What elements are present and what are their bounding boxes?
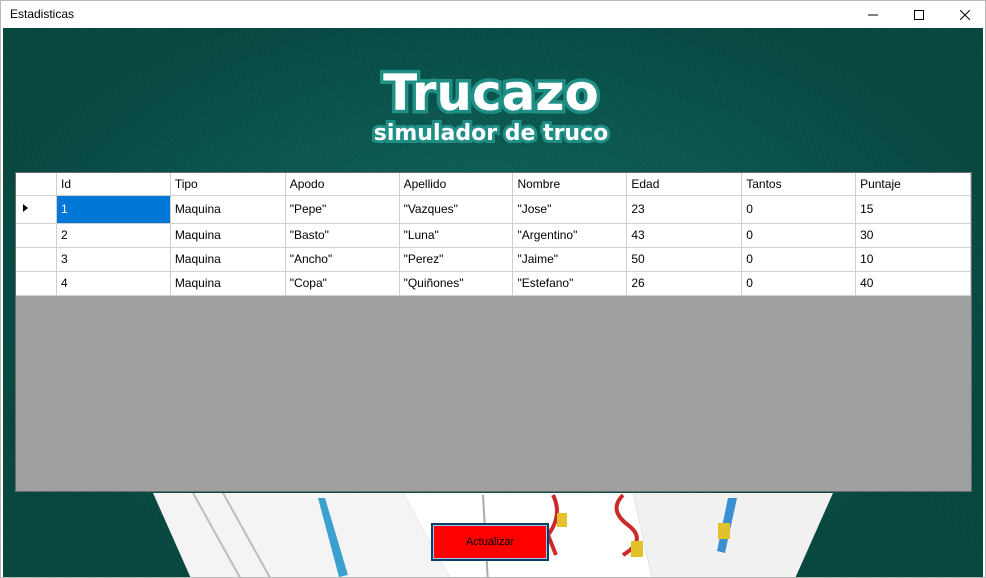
cell-apellido[interactable]: "Luna" <box>399 223 514 248</box>
cell-apellido[interactable]: "Quiñones" <box>399 271 514 296</box>
cell-nombre[interactable]: "Jaime" <box>512 247 628 272</box>
refresh-button[interactable]: Actualizar <box>431 523 549 561</box>
cell-puntaje[interactable]: 15 <box>855 195 971 224</box>
cell-apodo[interactable]: "Copa" <box>285 271 400 296</box>
title-bar[interactable]: Estadisticas <box>1 1 985 28</box>
cell-tipo[interactable]: Maquina <box>170 195 286 224</box>
column-header-tipo[interactable]: Tipo <box>170 173 286 196</box>
row-header-corner[interactable] <box>16 173 57 196</box>
close-button[interactable] <box>942 1 985 28</box>
cell-id[interactable]: 3 <box>56 247 171 272</box>
statistics-grid[interactable]: Id Tipo Apodo Apellido Nombre Edad Tanto… <box>15 172 972 492</box>
card-left <box>153 493 450 577</box>
minimize-icon <box>868 14 878 15</box>
cell-puntaje[interactable]: 30 <box>855 223 971 248</box>
cell-tantos[interactable]: 0 <box>741 223 857 248</box>
minimize-button[interactable] <box>850 1 896 28</box>
maximize-button[interactable] <box>896 1 942 28</box>
row-header[interactable] <box>16 195 57 224</box>
cell-nombre[interactable]: "Estefano" <box>512 271 628 296</box>
column-header-apodo[interactable]: Apodo <box>285 173 400 196</box>
maximize-icon <box>914 9 924 20</box>
card-ornament-gold <box>557 513 567 527</box>
cell-edad[interactable]: 50 <box>626 247 743 272</box>
cell-apellido[interactable]: "Vazques" <box>399 195 514 224</box>
column-header-nombre[interactable]: Nombre <box>512 173 628 196</box>
column-header-puntaje[interactable]: Puntaje <box>855 173 971 196</box>
trucazo-logo: Trucazo simulador de truco <box>371 61 612 150</box>
cell-puntaje[interactable]: 10 <box>855 247 971 272</box>
cell-tantos[interactable]: 0 <box>741 271 857 296</box>
cell-puntaje[interactable]: 40 <box>855 271 971 296</box>
statistics-table: Id Tipo Apodo Apellido Nombre Edad Tanto… <box>16 173 971 296</box>
cell-edad[interactable]: 26 <box>626 271 743 296</box>
window-title: Estadisticas <box>10 7 75 21</box>
table-row[interactable]: 1 Maquina "Pepe" "Vazques" "Jose" 23 0 1… <box>16 195 971 224</box>
row-pointer-icon <box>23 203 28 212</box>
row-header[interactable] <box>16 223 57 248</box>
cell-id[interactable]: 1 <box>56 195 171 224</box>
table-row[interactable]: 2 Maquina "Basto" "Luna" "Argentino" 43 … <box>16 223 971 248</box>
table-row[interactable]: 3 Maquina "Ancho" "Perez" "Jaime" 50 0 1… <box>16 247 971 272</box>
row-header[interactable] <box>16 271 57 296</box>
cell-tipo[interactable]: Maquina <box>170 271 286 296</box>
logo-subtitle: simulador de truco <box>374 121 609 146</box>
cell-tipo[interactable]: Maquina <box>170 247 286 272</box>
table-row[interactable]: 4 Maquina "Copa" "Quiñones" "Estefano" 2… <box>16 271 971 296</box>
statistics-window: Estadisticas Trucazo simulador de truco … <box>0 0 986 578</box>
header-row: Id Tipo Apodo Apellido Nombre Edad Tanto… <box>16 173 971 196</box>
client-area: Trucazo simulador de truco Id Tipo Apodo… <box>3 28 983 577</box>
cell-nombre[interactable]: "Jose" <box>512 195 628 224</box>
cell-id[interactable]: 2 <box>56 223 171 248</box>
cell-apodo[interactable]: "Basto" <box>285 223 400 248</box>
cell-tantos[interactable]: 0 <box>741 247 857 272</box>
column-header-tantos[interactable]: Tantos <box>741 173 857 196</box>
cell-id[interactable]: 4 <box>56 271 171 296</box>
logo-title: Trucazo <box>383 64 599 122</box>
card-ornament-gold-2 <box>631 541 643 557</box>
cell-tipo[interactable]: Maquina <box>170 223 286 248</box>
column-header-apellido[interactable]: Apellido <box>399 173 514 196</box>
column-header-id[interactable]: Id <box>56 173 171 196</box>
cell-edad[interactable]: 43 <box>626 223 743 248</box>
close-icon <box>960 9 970 20</box>
cell-edad[interactable]: 23 <box>626 195 743 224</box>
cell-apodo[interactable]: "Ancho" <box>285 247 400 272</box>
cell-tantos[interactable]: 0 <box>741 195 857 224</box>
cell-nombre[interactable]: "Argentino" <box>512 223 628 248</box>
cell-apellido[interactable]: "Perez" <box>399 247 514 272</box>
cell-apodo[interactable]: "Pepe" <box>285 195 400 224</box>
column-header-edad[interactable]: Edad <box>626 173 743 196</box>
row-header[interactable] <box>16 247 57 272</box>
